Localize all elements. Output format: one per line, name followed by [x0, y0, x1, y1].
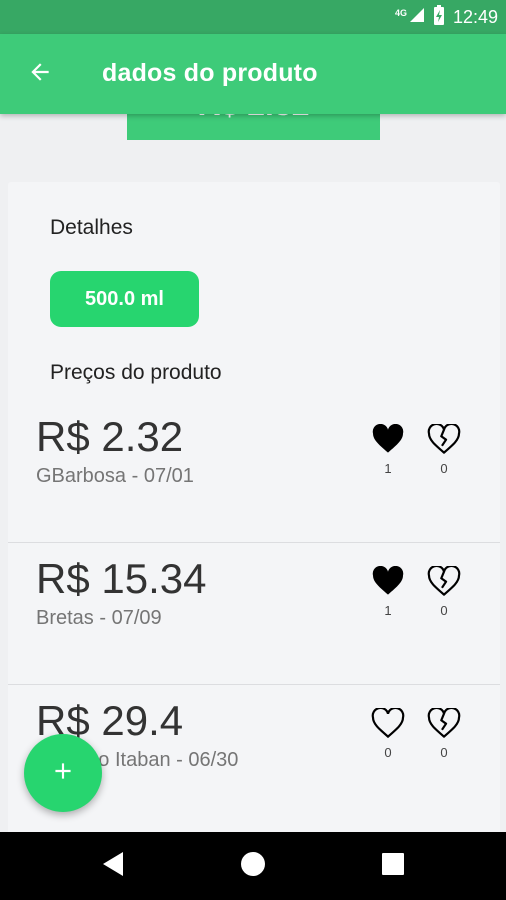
volume-chip: 500.0 ml [50, 271, 199, 327]
broken-heart-icon [422, 566, 466, 596]
price-value: R$ 15.34 [36, 555, 207, 602]
details-title: Detalhes [50, 216, 133, 239]
square-recents-icon [382, 852, 404, 880]
like-count: 1 [384, 461, 392, 476]
heart-icon [366, 424, 410, 454]
dislike-button[interactable]: 0 [422, 566, 466, 618]
price-store-date: GBarbosa - 07/01 [36, 465, 194, 487]
add-price-button[interactable] [24, 734, 102, 812]
broken-heart-icon [422, 424, 466, 454]
network-type-label: 4G [394, 8, 407, 18]
like-count: 1 [384, 603, 392, 618]
dislike-count: 0 [440, 603, 448, 618]
app-bar: dados do produto [0, 34, 506, 114]
prices-title: Preços do produto [50, 361, 222, 384]
status-time: 12:49 [452, 6, 498, 27]
arrow-left-icon [27, 59, 53, 90]
battery-icon [433, 4, 445, 30]
dislike-count: 0 [440, 461, 448, 476]
plus-icon [50, 758, 76, 789]
triangle-back-icon [101, 851, 125, 882]
like-button[interactable]: 1 [366, 566, 410, 618]
price-store-date: Bretas - 07/09 [36, 607, 162, 629]
dislike-count: 0 [440, 745, 448, 760]
price-row: R$ 15.34 Bretas - 07/09 1 0 [8, 543, 500, 685]
navigation-bar [0, 832, 506, 900]
back-button[interactable] [18, 56, 62, 92]
nav-home-button[interactable] [233, 846, 273, 886]
like-button[interactable]: 1 [366, 424, 410, 476]
like-count: 0 [384, 745, 392, 760]
status-bar: 4G 12:49 [0, 0, 506, 34]
price-value: R$ 2.32 [36, 413, 184, 460]
like-button[interactable]: 0 [366, 708, 410, 760]
nav-recents-button[interactable] [373, 846, 413, 886]
page-title: dados do produto [102, 59, 318, 87]
heart-outline-icon [366, 708, 410, 738]
heart-icon [366, 566, 410, 596]
broken-heart-icon [422, 708, 466, 738]
dislike-button[interactable]: 0 [422, 708, 466, 760]
nav-back-button[interactable] [93, 846, 133, 886]
circle-home-icon [240, 851, 266, 882]
signal-icon [409, 7, 425, 28]
dislike-button[interactable]: 0 [422, 424, 466, 476]
price-row: R$ 2.32 GBarbosa - 07/01 1 0 [8, 401, 500, 543]
